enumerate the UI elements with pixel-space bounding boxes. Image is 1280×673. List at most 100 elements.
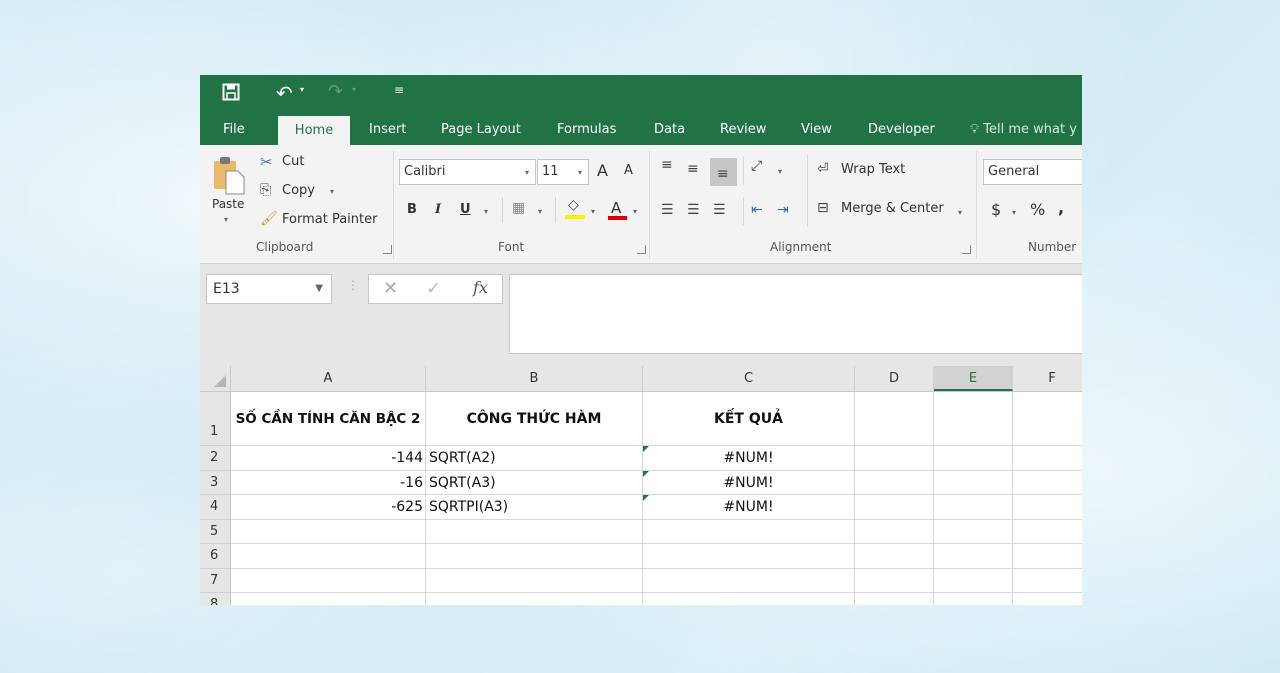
column-header-c[interactable]: C bbox=[643, 366, 855, 391]
top-align-icon[interactable]: ≡ bbox=[661, 157, 673, 173]
clipboard-launcher-icon[interactable] bbox=[383, 245, 392, 254]
cell-e3[interactable] bbox=[934, 470, 1013, 495]
cell-c6[interactable] bbox=[643, 544, 855, 569]
cell-f4[interactable] bbox=[1013, 495, 1082, 520]
cell-f8[interactable] bbox=[1013, 593, 1082, 605]
customize-qat-icon[interactable]: ≡ bbox=[394, 83, 404, 97]
comma-style-button[interactable]: , bbox=[1058, 198, 1064, 217]
cancel-icon[interactable]: ✕ bbox=[383, 278, 398, 299]
cell-e2[interactable] bbox=[934, 446, 1013, 471]
row-header-4[interactable]: 4 bbox=[200, 495, 231, 520]
name-box[interactable]: E13 ▼ bbox=[206, 274, 332, 304]
borders-icon[interactable]: ▦ bbox=[512, 200, 525, 216]
cell-c7[interactable] bbox=[643, 568, 855, 593]
cell-a7[interactable] bbox=[231, 568, 426, 593]
font-size-dropdown-icon[interactable]: ▾ bbox=[578, 161, 582, 185]
cell-b1[interactable]: CÔNG THỨC HÀM bbox=[426, 392, 643, 446]
save-icon[interactable] bbox=[222, 83, 240, 105]
align-center-icon[interactable]: ☰ bbox=[687, 202, 700, 218]
cell-d1[interactable] bbox=[855, 392, 934, 446]
cell-f2[interactable] bbox=[1013, 446, 1082, 471]
cell-b2[interactable]: SQRT(A2) bbox=[426, 446, 643, 471]
orientation-icon[interactable]: ⤢ bbox=[751, 158, 762, 174]
cell-f6[interactable] bbox=[1013, 544, 1082, 569]
cell-d5[interactable] bbox=[855, 519, 934, 544]
orientation-dropdown-icon[interactable]: ▾ bbox=[778, 167, 782, 176]
font-color-button[interactable]: A bbox=[606, 197, 628, 223]
tab-insert[interactable]: Insert bbox=[369, 115, 406, 145]
cell-f3[interactable] bbox=[1013, 471, 1082, 495]
font-launcher-icon[interactable] bbox=[637, 245, 646, 254]
cell-a2[interactable]: -144 bbox=[231, 446, 426, 471]
column-header-e[interactable]: E bbox=[934, 366, 1013, 391]
grow-font-button[interactable]: A bbox=[597, 161, 608, 180]
align-right-icon[interactable]: ☰ bbox=[713, 202, 726, 218]
row-header-3[interactable]: 3 bbox=[200, 470, 231, 495]
cell-d4[interactable] bbox=[855, 495, 934, 520]
column-header-f[interactable]: F bbox=[1013, 366, 1082, 391]
cell-f7[interactable] bbox=[1013, 569, 1082, 593]
cell-c2[interactable]: #NUM! bbox=[643, 446, 855, 471]
cell-e1[interactable] bbox=[934, 392, 1013, 446]
cell-b3[interactable]: SQRT(A3) bbox=[426, 470, 643, 495]
cell-a1[interactable]: SỐ CẦN TÍNH CĂN BẬC 2 bbox=[231, 392, 426, 446]
row-header-5[interactable]: 5 bbox=[200, 519, 231, 544]
percent-button[interactable]: % bbox=[1030, 200, 1045, 219]
cell-a3[interactable]: -16 bbox=[231, 470, 426, 495]
row-header-6[interactable]: 6 bbox=[200, 544, 231, 569]
column-header-b[interactable]: B bbox=[426, 366, 643, 391]
select-all-button[interactable] bbox=[200, 366, 231, 391]
cell-e7[interactable] bbox=[934, 568, 1013, 593]
cell-a5[interactable] bbox=[231, 519, 426, 544]
insert-function-icon[interactable]: fx bbox=[473, 278, 488, 297]
tab-page-layout[interactable]: Page Layout bbox=[441, 115, 521, 145]
tab-data[interactable]: Data bbox=[654, 115, 685, 145]
bottom-align-button[interactable]: ≡ bbox=[710, 158, 737, 186]
italic-button[interactable]: I bbox=[435, 202, 441, 217]
number-format-select[interactable]: General bbox=[983, 159, 1082, 185]
alignment-launcher-icon[interactable] bbox=[962, 245, 971, 254]
cell-c5[interactable] bbox=[643, 519, 855, 544]
tell-me-box[interactable]: 💡︎ Tell me what y bbox=[970, 115, 1077, 145]
tab-review[interactable]: Review bbox=[720, 115, 766, 145]
enter-check-icon[interactable]: ✓ bbox=[426, 278, 441, 299]
merge-center-dropdown-icon[interactable]: ▾ bbox=[958, 208, 962, 217]
cell-d2[interactable] bbox=[855, 446, 934, 471]
font-size-select[interactable]: 11 ▾ bbox=[537, 159, 589, 185]
cell-b5[interactable] bbox=[426, 519, 643, 544]
column-header-d[interactable]: D bbox=[855, 366, 934, 391]
cell-a4[interactable]: -625 bbox=[231, 495, 426, 520]
undo-icon[interactable]: ↶ bbox=[276, 81, 293, 105]
row-header-7[interactable]: 7 bbox=[200, 568, 231, 593]
cell-a6[interactable] bbox=[231, 544, 426, 569]
underline-dropdown-icon[interactable]: ▾ bbox=[484, 207, 488, 216]
cell-d7[interactable] bbox=[855, 568, 934, 593]
fill-color-dropdown-icon[interactable]: ▾ bbox=[591, 207, 595, 216]
tab-developer[interactable]: Developer bbox=[868, 115, 935, 145]
column-header-a[interactable]: A bbox=[231, 366, 426, 391]
font-name-select[interactable]: Calibri ▾ bbox=[399, 159, 536, 185]
font-name-dropdown-icon[interactable]: ▾ bbox=[525, 161, 529, 185]
cell-c1[interactable]: KẾT QUẢ bbox=[643, 392, 855, 446]
cell-e5[interactable] bbox=[934, 519, 1013, 544]
cell-c4[interactable]: #NUM! bbox=[643, 495, 855, 520]
shrink-font-button[interactable]: A bbox=[624, 163, 633, 178]
decrease-indent-icon[interactable]: ⇤ bbox=[751, 202, 763, 218]
borders-dropdown-icon[interactable]: ▾ bbox=[538, 207, 542, 216]
row-header-8[interactable]: 8 bbox=[200, 593, 231, 605]
increase-indent-icon[interactable]: ⇥ bbox=[777, 202, 789, 218]
currency-dropdown-icon[interactable]: ▾ bbox=[1012, 208, 1016, 217]
cell-b6[interactable] bbox=[426, 544, 643, 569]
row-header-2[interactable]: 2 bbox=[200, 446, 231, 471]
cell-e8[interactable] bbox=[934, 593, 1013, 605]
cell-e6[interactable] bbox=[934, 544, 1013, 569]
cell-b7[interactable] bbox=[426, 568, 643, 593]
error-indicator-icon[interactable] bbox=[643, 495, 649, 501]
formula-bar-resize-handle[interactable]: ⋮ bbox=[347, 278, 359, 292]
paste-button[interactable]: Paste ▾ bbox=[210, 153, 246, 225]
copy-button[interactable]: ⎘ Copy ▾ bbox=[260, 182, 340, 202]
cell-b4[interactable]: SQRTPI(A3) bbox=[426, 495, 643, 520]
currency-button[interactable]: $ bbox=[991, 200, 1001, 219]
cell-e4[interactable] bbox=[934, 495, 1013, 520]
cell-c8[interactable] bbox=[643, 593, 855, 605]
